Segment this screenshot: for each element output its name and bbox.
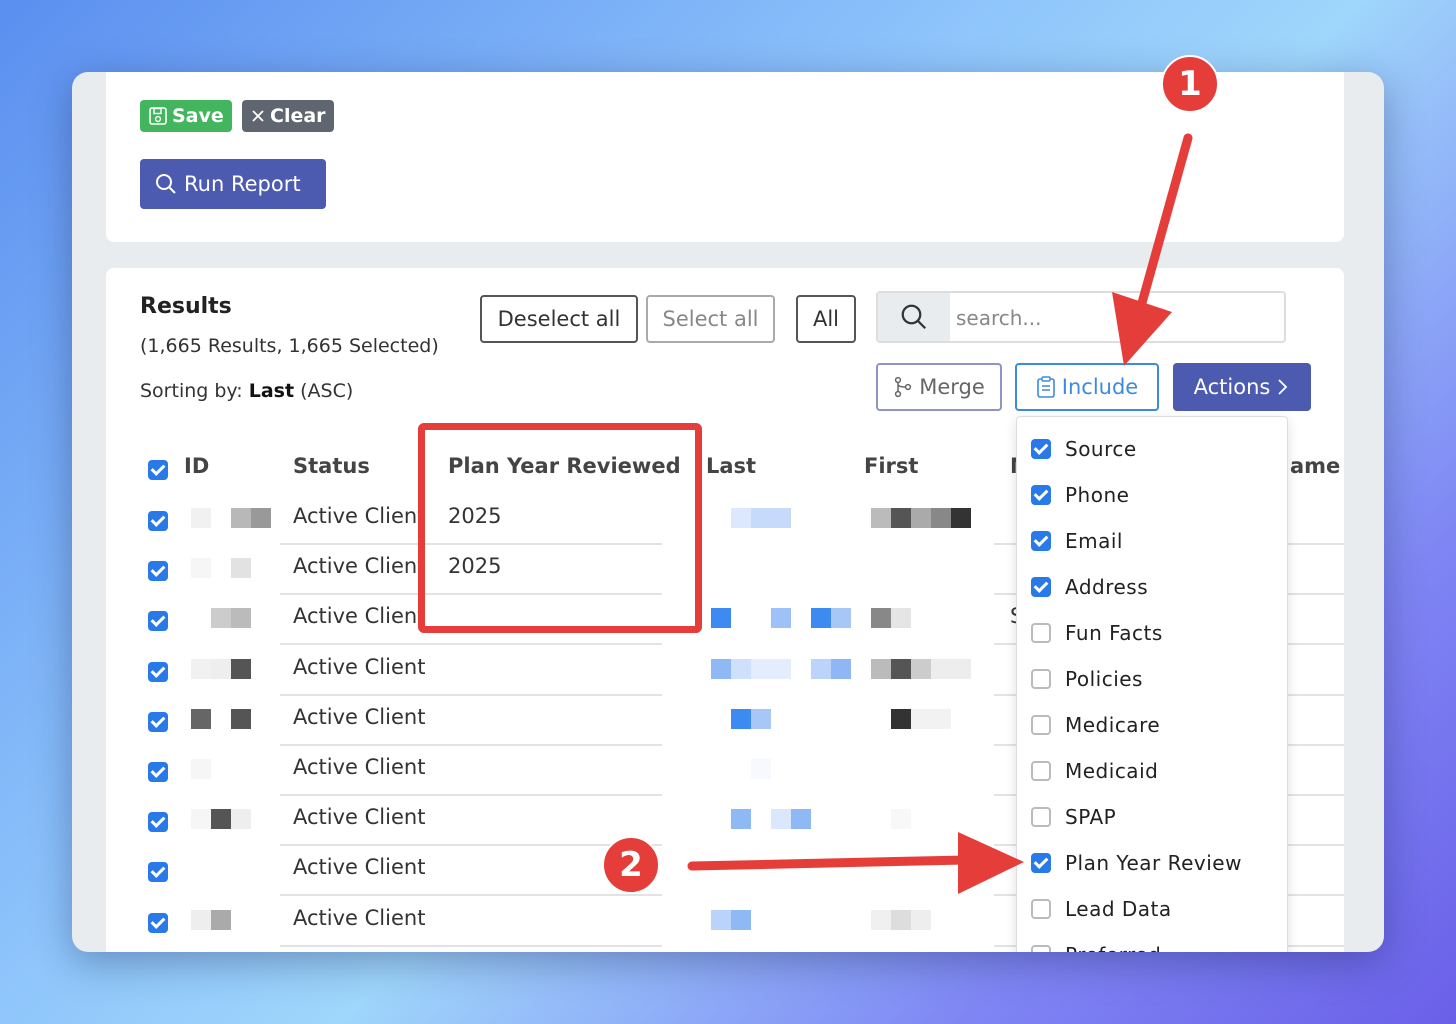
arrow-2	[687, 832, 1024, 894]
annotation-arrows	[687, 133, 1193, 894]
arrow-1	[1112, 133, 1193, 366]
